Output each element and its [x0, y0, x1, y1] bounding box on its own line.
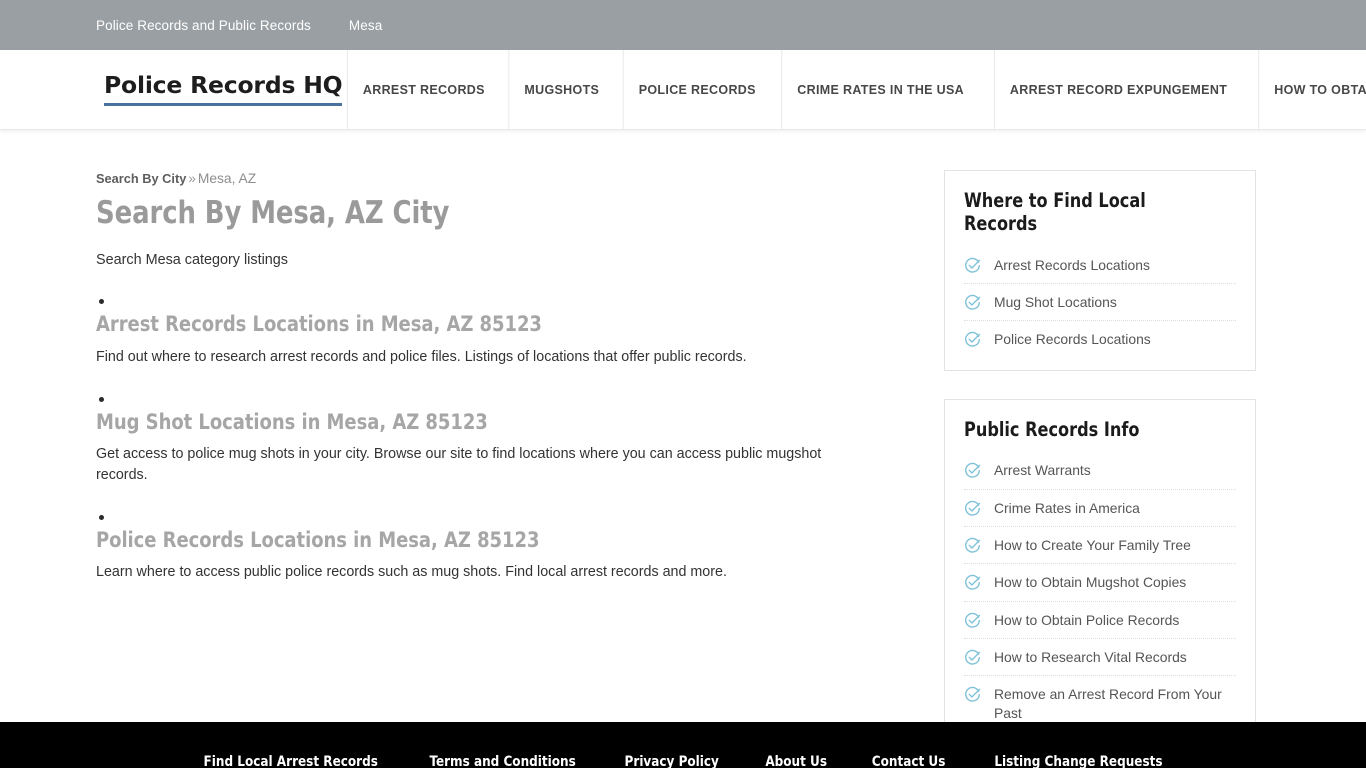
- sidebar: Where to Find Local Records Arrest Recor…: [944, 170, 1256, 768]
- page-root: Police Records and Public Records Mesa P…: [0, 0, 1366, 768]
- bullet-marker-icon: [99, 514, 104, 520]
- widget-list: Arrest Warrants Crime Rates in America H…: [964, 452, 1236, 731]
- site-header: Police Records HQ ARREST RECORDS MUGSHOT…: [0, 50, 1366, 130]
- list-item[interactable]: Arrest Records Locations: [964, 247, 1236, 285]
- nav-item-police-records[interactable]: POLICE RECORDS: [622, 50, 771, 129]
- topbar-link-city[interactable]: Mesa: [349, 18, 382, 33]
- section-title-police-records[interactable]: Police Records Locations in Mesa, AZ 851…: [96, 528, 803, 554]
- footer-link-about-us[interactable]: About Us: [765, 754, 827, 768]
- content-area: Search By City» Mesa, AZ Search By Mesa, …: [0, 130, 1366, 768]
- nav-item-arrest-records[interactable]: ARREST RECORDS: [347, 50, 500, 129]
- top-utility-bar: Police Records and Public Records Mesa: [0, 0, 1366, 50]
- list-item[interactable]: Mug Shot Locations: [964, 284, 1236, 322]
- list-item-label[interactable]: Remove an Arrest Record From Your Past: [994, 685, 1236, 722]
- section-title-mug-shots[interactable]: Mug Shot Locations in Mesa, AZ 85123: [96, 410, 803, 436]
- breadcrumb-separator: »: [188, 171, 196, 186]
- breadcrumb-root-link[interactable]: Search By City: [96, 171, 186, 186]
- check-circle-icon: [965, 649, 981, 665]
- list-item-label[interactable]: How to Create Your Family Tree: [994, 536, 1191, 554]
- site-footer: Find Local Arrest Records Terms and Cond…: [0, 722, 1366, 768]
- section-desc-mug-shots: Get access to police mug shots in your c…: [96, 446, 822, 484]
- list-item[interactable]: How to Obtain Police Records: [964, 602, 1236, 639]
- widget-title: Where to Find Local Records: [964, 189, 1146, 236]
- site-logo[interactable]: Police Records HQ: [104, 73, 343, 106]
- check-circle-icon: [965, 257, 981, 273]
- list-item-label[interactable]: How to Research Vital Records: [994, 648, 1187, 666]
- listing-section-police-records: Police Records Locations in Mesa, AZ 851…: [96, 514, 856, 583]
- list-item[interactable]: How to Research Vital Records: [964, 639, 1236, 677]
- list-item-label[interactable]: How to Obtain Mugshot Copies: [994, 573, 1186, 591]
- section-desc-arrest-records: Find out where to research arrest record…: [96, 348, 747, 365]
- main-navigation: ARREST RECORDS MUGSHOTS POLICE RECORDS C…: [342, 50, 1366, 129]
- nav-item-obtain-public-records[interactable]: HOW TO OBTAIN PUBLIC RECORDS: [1258, 50, 1366, 129]
- list-item-label[interactable]: Arrest Warrants: [994, 461, 1091, 479]
- page-title: Search By Mesa, AZ City: [96, 194, 450, 231]
- check-circle-icon: [965, 332, 981, 348]
- footer-link-privacy-policy[interactable]: Privacy Policy: [625, 754, 719, 768]
- check-circle-icon: [965, 687, 981, 702]
- check-circle-icon: [965, 500, 981, 516]
- footer-link-contact-us[interactable]: Contact Us: [872, 754, 946, 768]
- check-circle-icon: [965, 537, 981, 553]
- list-item-label[interactable]: Mug Shot Locations: [994, 293, 1117, 311]
- footer-link-terms-and-conditions[interactable]: Terms and Conditions: [430, 754, 576, 768]
- list-item[interactable]: How to Create Your Family Tree: [964, 527, 1236, 565]
- breadcrumb: Search By City» Mesa, AZ: [96, 170, 856, 188]
- widget-public-records-info: Public Records Info Arrest Warrants Crim…: [944, 398, 1256, 744]
- footer-link-find-local-arrest-records[interactable]: Find Local Arrest Records: [203, 754, 377, 768]
- nav-item-expungement[interactable]: ARREST RECORD EXPUNGEMENT: [993, 50, 1242, 129]
- bullet-marker-icon: [99, 396, 104, 402]
- list-item-label[interactable]: Arrest Records Locations: [994, 256, 1150, 274]
- section-desc-police-records: Learn where to access public police reco…: [96, 564, 727, 581]
- check-circle-icon: [965, 612, 981, 628]
- list-item[interactable]: Crime Rates in America: [964, 490, 1236, 527]
- check-circle-icon: [965, 294, 981, 310]
- check-circle-icon: [965, 575, 981, 590]
- listing-section-mug-shots: Mug Shot Locations in Mesa, AZ 85123 Get…: [96, 396, 856, 486]
- main-column: Search By City» Mesa, AZ Search By Mesa, …: [96, 170, 896, 612]
- section-title-arrest-records[interactable]: Arrest Records Locations in Mesa, AZ 851…: [96, 312, 803, 338]
- bullet-marker-icon: [99, 299, 104, 305]
- topbar-link-site[interactable]: Police Records and Public Records: [96, 18, 311, 33]
- list-item[interactable]: Arrest Warrants: [964, 452, 1236, 490]
- nav-item-crime-rates[interactable]: CRIME RATES IN THE USA: [781, 50, 980, 129]
- widget-where-to-find-local-records: Where to Find Local Records Arrest Recor…: [944, 170, 1256, 371]
- listing-section-arrest-records: Arrest Records Locations in Mesa, AZ 851…: [96, 299, 856, 367]
- widget-title: Public Records Info: [964, 417, 1140, 441]
- list-item-label[interactable]: How to Obtain Police Records: [994, 611, 1179, 629]
- nav-item-mugshots[interactable]: MUGSHOTS: [508, 50, 615, 129]
- footer-link-listing-change-requests[interactable]: Listing Change Requests: [995, 754, 1163, 768]
- widget-list: Arrest Records Locations Mug Shot Locati…: [964, 247, 1236, 358]
- list-item-label[interactable]: Crime Rates in America: [994, 499, 1140, 517]
- list-item[interactable]: Police Records Locations: [964, 321, 1236, 357]
- check-circle-icon: [965, 463, 981, 478]
- logo-container: Police Records HQ: [0, 50, 343, 129]
- breadcrumb-current: Mesa, AZ: [197, 171, 257, 186]
- list-item-label[interactable]: Police Records Locations: [994, 330, 1151, 348]
- page-intro-text: Search Mesa category listings: [96, 251, 288, 268]
- list-item[interactable]: How to Obtain Mugshot Copies: [964, 564, 1236, 602]
